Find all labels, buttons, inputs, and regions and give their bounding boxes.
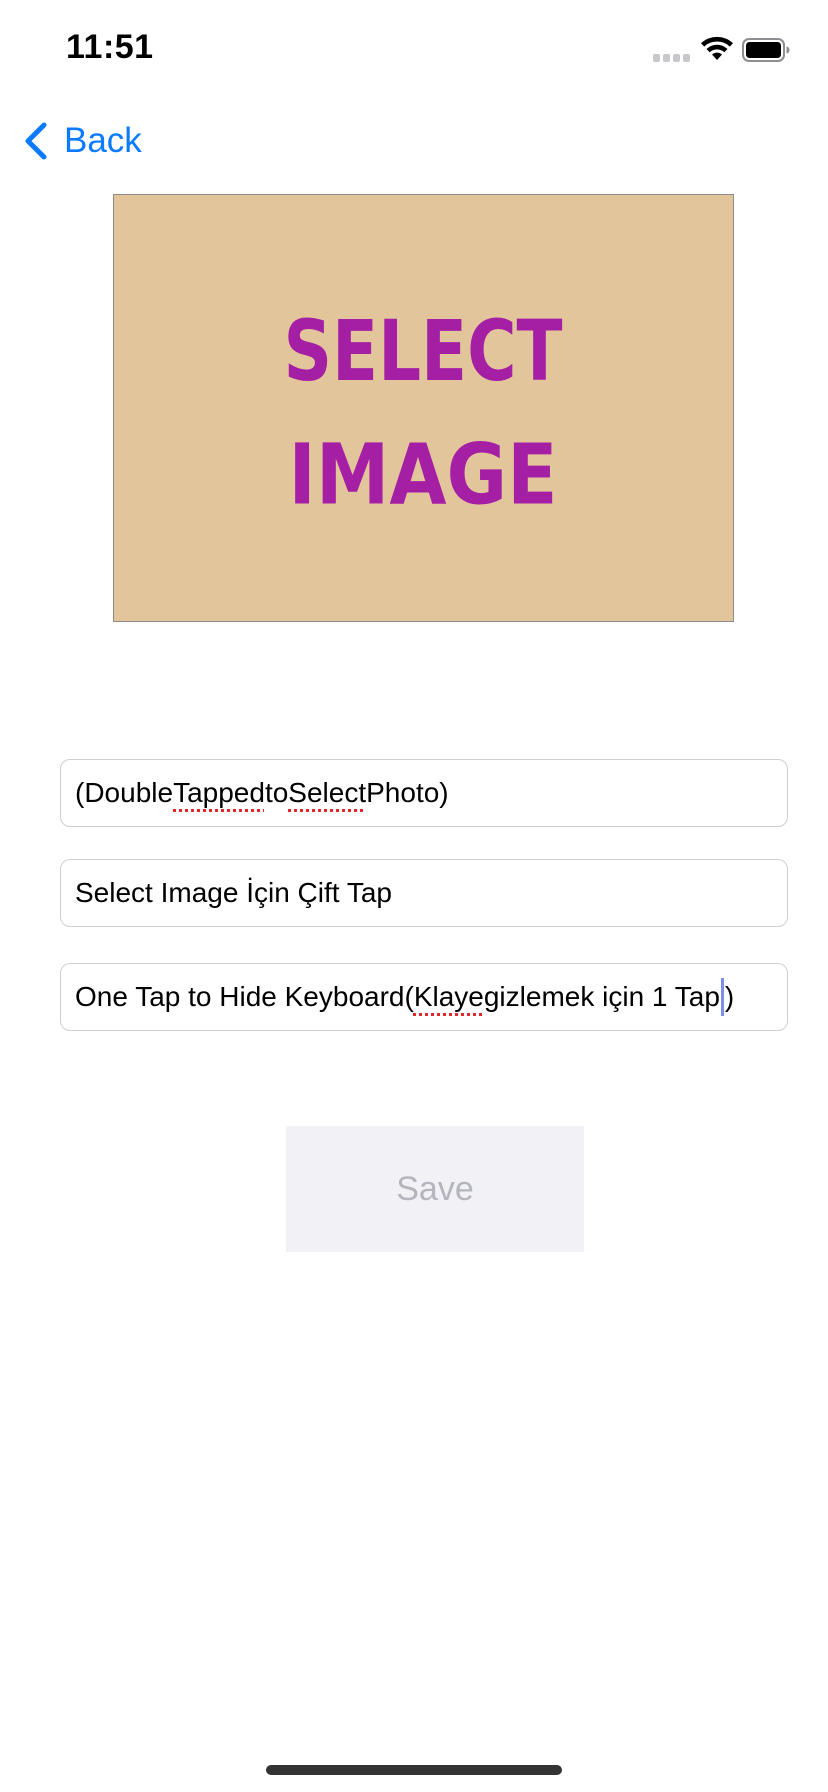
select-image-button[interactable]: SELECT IMAGE [113,194,734,622]
field-text: Select Image İçin Çift Tap [75,877,392,908]
misspelled-word: Klaye [413,981,484,1012]
wifi-icon [701,36,733,60]
back-label: Back [64,121,142,160]
misspelled-word: Select [288,777,367,808]
chevron-left-icon [25,122,47,160]
field-text-part: (Double [75,777,174,808]
field-text-part: Photo) [366,777,449,808]
select-image-line2: IMAGE [288,426,557,524]
back-button[interactable]: Back [22,118,142,164]
home-indicator[interactable] [266,1765,562,1775]
field-text-part: ) [724,981,735,1012]
save-button[interactable]: Save [286,1126,584,1252]
misspelled-word: Tapped [173,777,265,808]
cellular-signal-icon [653,54,691,62]
select-image-line1: SELECT [283,302,562,400]
field-text-part: One Tap to Hide Keyboard( [75,981,414,1012]
status-time: 11:51 [66,28,154,66]
field-text-part: to [264,777,289,808]
photo-hint-field[interactable]: (Double Tapped to Select Photo) [60,759,788,827]
keyboard-hint-field[interactable]: One Tap to Hide Keyboard(Klaye gizlemek … [60,963,788,1031]
text-cursor [720,978,724,1016]
field-text-part: gizlemek için 1 Tap [483,981,720,1012]
select-image-placeholder: SELECT IMAGE [283,302,562,524]
battery-icon [742,38,790,62]
image-hint-field[interactable]: Select Image İçin Çift Tap [60,859,788,927]
